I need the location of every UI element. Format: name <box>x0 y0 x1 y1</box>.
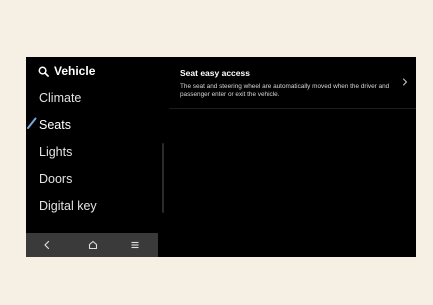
home-button[interactable] <box>80 233 106 257</box>
setting-description: The seat and steering wheel are automati… <box>180 83 390 98</box>
sidebar-item-label: Climate <box>39 91 82 105</box>
sidebar-item-label: Seats <box>39 118 71 132</box>
sidebar-item-climate[interactable]: Climate <box>39 90 81 106</box>
sidebar-item-doors[interactable]: Doors <box>39 171 72 187</box>
sidebar-item-label: Digital key <box>39 199 97 213</box>
sidebar-scrollbar[interactable] <box>162 143 164 213</box>
sidebar-item-digital-key[interactable]: Digital key <box>39 198 97 214</box>
setting-title: Seat easy access <box>180 68 250 78</box>
active-indicator-icon <box>27 117 37 129</box>
search-vehicle-header[interactable]: Vehicle <box>38 64 95 78</box>
divider <box>169 108 416 109</box>
back-icon <box>44 240 50 250</box>
sidebar-item-label: Doors <box>39 172 73 186</box>
sidebar-item-lights[interactable]: Lights <box>39 144 72 160</box>
sidebar-header-label: Vehicle <box>54 64 96 78</box>
setting-row-seat-easy-access[interactable]: Seat easy access The seat and steering w… <box>169 57 416 109</box>
sidebar-item-label: Lights <box>39 145 73 159</box>
menu-icon <box>131 241 139 249</box>
home-icon <box>88 240 98 250</box>
sidebar-item-seats[interactable]: Seats <box>39 117 71 133</box>
infotainment-screen: Vehicle Climate Seats Lights Doors Digit… <box>26 57 416 257</box>
menu-button[interactable] <box>122 233 148 257</box>
chevron-right-icon <box>403 78 407 86</box>
settings-sidebar: Vehicle Climate Seats Lights Doors Digit… <box>26 57 164 257</box>
back-button[interactable] <box>34 233 60 257</box>
search-icon <box>38 66 49 77</box>
bottom-nav-bar <box>26 233 158 257</box>
